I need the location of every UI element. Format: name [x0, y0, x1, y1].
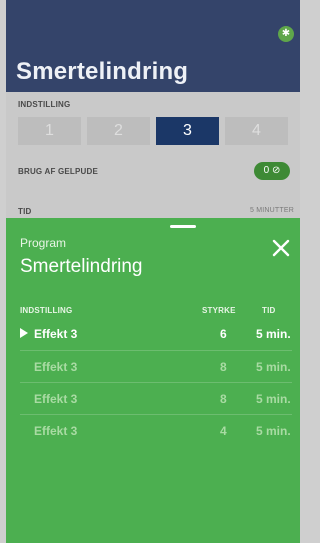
- segment-2[interactable]: 2: [87, 117, 150, 145]
- segment-1[interactable]: 1: [18, 117, 81, 145]
- phone-screen: ✱ Smertelindring INDSTILLING 1 2 3 4 BRU…: [6, 0, 300, 543]
- table-row[interactable]: Effekt 3 8 5 min.: [20, 350, 292, 383]
- row-time: 5 min.: [256, 424, 291, 438]
- gel-label: BRUG AF GELPUDE: [18, 167, 99, 176]
- tid-label: TID: [18, 207, 32, 216]
- row-name: Effekt 3: [34, 360, 78, 374]
- tid-value: 5 MINUTTER: [250, 207, 294, 214]
- sheet-drag-handle[interactable]: [170, 225, 196, 228]
- row-strength: 8: [220, 392, 227, 406]
- row-name: Effekt 3: [34, 392, 78, 406]
- segment-4[interactable]: 4: [225, 117, 288, 145]
- bluetooth-icon[interactable]: ✱: [278, 26, 294, 42]
- sheet-subtitle: Program: [20, 236, 67, 250]
- row-strength: 4: [220, 424, 227, 438]
- gel-value: 0: [263, 165, 270, 176]
- segment-3[interactable]: 3: [156, 117, 219, 145]
- row-time: 5 min.: [256, 360, 291, 374]
- sheet-title: Smertelindring: [20, 256, 143, 277]
- indstilling-label: INDSTILLING: [18, 100, 71, 109]
- row-strength: 6: [220, 327, 227, 341]
- gel-pad-icon: ⊘: [271, 165, 281, 176]
- close-icon[interactable]: [270, 237, 292, 259]
- row-time: 5 min.: [256, 392, 291, 406]
- row-name: Effekt 3: [34, 327, 78, 341]
- row-strength: 8: [220, 360, 227, 374]
- play-icon: [20, 328, 28, 338]
- row-name: Effekt 3: [34, 424, 78, 438]
- column-header-time: TID: [262, 306, 276, 315]
- table-row[interactable]: Effekt 3 8 5 min.: [20, 382, 292, 415]
- gel-toggle[interactable]: 0 ⊘: [254, 162, 290, 180]
- row-time: 5 min.: [256, 327, 291, 341]
- column-header-setting: INDSTILLING: [20, 306, 73, 315]
- column-header-strength: STYRKE: [202, 306, 236, 315]
- app-header: ✱ Smertelindring: [6, 0, 300, 92]
- table-row[interactable]: Effekt 3 6 5 min.: [20, 318, 292, 350]
- page-title: Smertelindring: [16, 58, 189, 85]
- setting-segmented-control: 1 2 3 4: [18, 117, 288, 145]
- table-row[interactable]: Effekt 3 4 5 min.: [20, 414, 292, 447]
- program-bottom-sheet: Program Smertelindring INDSTILLING STYRK…: [6, 218, 300, 543]
